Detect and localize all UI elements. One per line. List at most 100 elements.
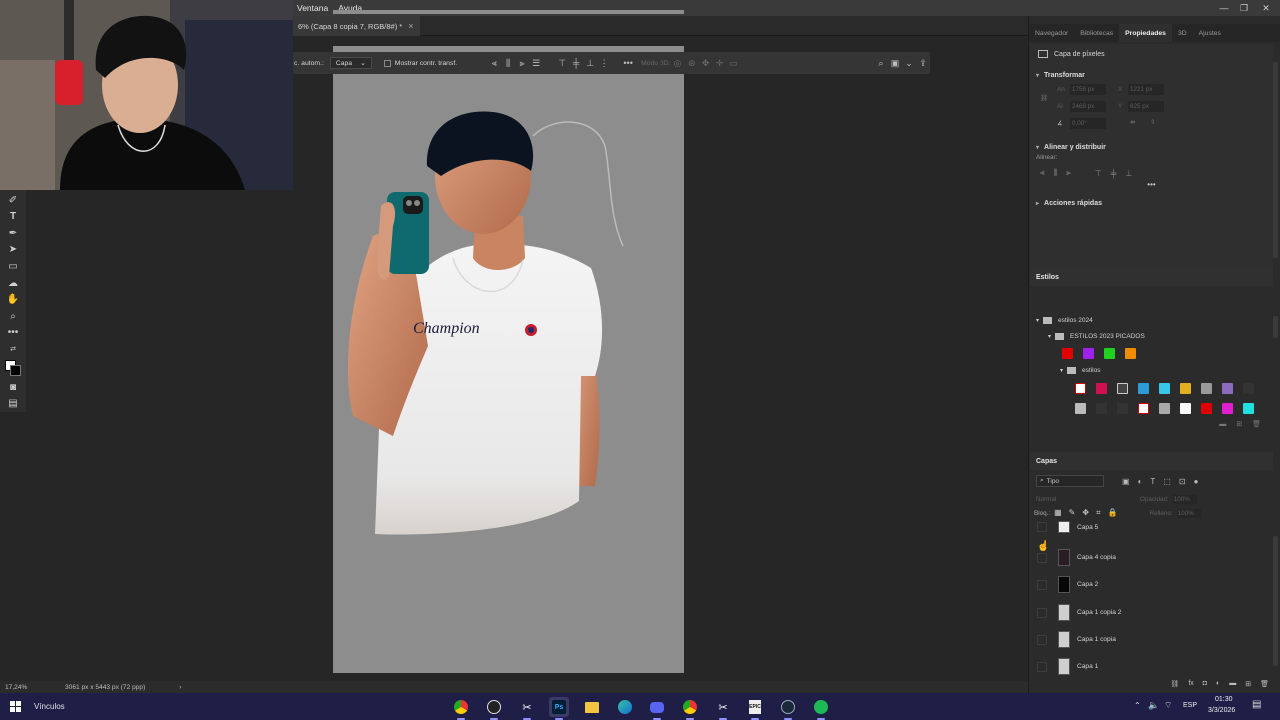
type-tool-icon[interactable]: T	[3, 209, 23, 226]
spotify-taskbar-icon[interactable]	[811, 697, 831, 720]
chrome-profile-taskbar-icon[interactable]	[680, 697, 700, 720]
new-style-icon[interactable]: ⊞	[1236, 420, 1242, 428]
pan-3d-icon[interactable]: ✥	[699, 56, 713, 70]
new-layer-icon[interactable]: ⊞	[1245, 680, 1251, 692]
new-group-icon[interactable]: ▬	[1219, 421, 1226, 428]
path-select-icon[interactable]: ➤	[3, 242, 23, 259]
new-group-icon[interactable]: ▬	[1229, 680, 1236, 692]
style-swatch-dark[interactable]	[1096, 402, 1107, 414]
styles-scrollbar[interactable]	[1273, 316, 1278, 338]
align-top-edges-icon[interactable]: ⊤	[1095, 169, 1102, 178]
tab-navegador[interactable]: Navegador	[1029, 24, 1074, 42]
layer-visibility-toggle[interactable]	[1037, 634, 1047, 645]
share-icon[interactable]: ⇪	[916, 56, 930, 70]
style-swatch-orange[interactable]	[1125, 347, 1136, 359]
lock-image-icon[interactable]: ✎	[1069, 508, 1076, 518]
layers-tab[interactable]: Capas	[1030, 452, 1273, 470]
styles-folder-2023[interactable]: ▾ ESTILOS 2023 PICADOS	[1030, 328, 1273, 344]
tab-3d[interactable]: 3D	[1172, 24, 1193, 42]
search-icon[interactable]: ⌕	[874, 56, 888, 70]
trash-icon[interactable]: 🗑	[1260, 680, 1269, 692]
style-swatch-gold[interactable]	[1180, 382, 1191, 394]
opacity-field[interactable]: 100%	[1172, 494, 1197, 504]
workspace-icon[interactable]: ▣	[888, 56, 902, 70]
history-brush-icon[interactable]: ✐	[3, 192, 23, 209]
minimize-icon[interactable]: —	[1214, 0, 1234, 16]
auto-select-dropdown[interactable]: Capa ⌄	[329, 57, 372, 69]
pen-tool-icon[interactable]: ✒	[3, 225, 23, 242]
distribute-v-icon[interactable]: ⋮	[597, 56, 611, 70]
clock-date[interactable]: 3/3/2026	[1208, 707, 1235, 714]
wifi-icon[interactable]: ⌔	[1164, 700, 1172, 711]
zoom-tool-icon[interactable]: ⌕	[3, 308, 23, 325]
align-right-edges-icon[interactable]: ⫸	[1066, 168, 1071, 178]
style-swatch-none[interactable]	[1138, 402, 1149, 414]
layer-row[interactable]: Capa 5	[1031, 519, 1271, 535]
style-swatch-grey[interactable]	[1201, 382, 1212, 394]
show-transform-checkbox[interactable]	[383, 59, 391, 67]
link-dimensions-icon[interactable]: ⛓	[1040, 94, 1048, 102]
cloud-tool-icon[interactable]: ☁	[3, 275, 23, 292]
layer-filter-dropdown[interactable]: ⌕ Tipo	[1036, 475, 1104, 487]
quick-actions-header[interactable]: ▸ Acciones rápidas	[1030, 196, 1273, 210]
filter-shape-icon[interactable]: ⬚	[1163, 477, 1171, 486]
capcut-taskbar-icon[interactable]: ✂	[517, 697, 537, 720]
chrome-taskbar-icon[interactable]	[451, 697, 471, 720]
style-swatch-magenta[interactable]	[1222, 402, 1233, 414]
edge-taskbar-icon[interactable]	[615, 697, 635, 717]
style-swatch-cyan[interactable]	[1159, 382, 1170, 394]
menu-ventana[interactable]: Ventana	[292, 3, 333, 13]
discord-taskbar-icon[interactable]	[647, 697, 667, 720]
lock-transparency-icon[interactable]: ▦	[1054, 508, 1062, 518]
search-label[interactable]: Vínculos	[34, 702, 65, 711]
filter-toggle-icon[interactable]: ●	[1194, 477, 1199, 486]
adjustment-layer-icon[interactable]: ◐	[1216, 680, 1220, 692]
style-swatch-purple[interactable]	[1083, 347, 1094, 359]
rectangle-tool-icon[interactable]: ▭	[3, 258, 23, 275]
swap-colors-icon[interactable]: ⇄	[3, 341, 23, 358]
quick-mask-icon[interactable]: ◙	[3, 379, 23, 396]
style-swatch-white[interactable]	[1180, 402, 1191, 414]
fx-icon[interactable]: fx	[1188, 680, 1193, 692]
trash-icon[interactable]: 🗑	[1252, 420, 1261, 428]
style-swatch-dark[interactable]	[1243, 382, 1254, 394]
layer-row[interactable]: Capa 1	[1031, 653, 1271, 680]
angle-field[interactable]: 0,00°	[1070, 118, 1106, 129]
orbit-3d-icon[interactable]: ◎	[671, 56, 685, 70]
layers-scrollbar[interactable]	[1273, 536, 1278, 666]
layer-visibility-toggle[interactable]	[1037, 607, 1047, 618]
style-swatch-none[interactable]	[1075, 382, 1086, 394]
screen-mode-icon[interactable]: ▤	[3, 395, 23, 412]
style-swatch-cyan[interactable]	[1243, 402, 1254, 414]
align-left-icon[interactable]: ⫷	[487, 56, 501, 70]
obs-taskbar-icon[interactable]	[484, 697, 504, 720]
filter-smart-icon[interactable]: ⊡	[1179, 477, 1186, 486]
style-swatch-metal[interactable]	[1159, 402, 1170, 414]
styles-folder-2024[interactable]: ▾ estilos 2024	[1030, 312, 1273, 328]
style-swatch-violet[interactable]	[1222, 382, 1233, 394]
tab-ajustes[interactable]: Ajustes	[1193, 24, 1227, 42]
layer-visibility-toggle[interactable]	[1037, 579, 1047, 590]
align-bottom-icon[interactable]: ⊥	[583, 56, 597, 70]
color-swatches[interactable]	[3, 357, 23, 378]
align-section-header[interactable]: ▾ Alinear y distribuir	[1030, 140, 1273, 154]
style-swatch-outline[interactable]	[1117, 382, 1128, 394]
align-v-centers-icon[interactable]: ╪	[1111, 169, 1117, 178]
more-align-icon[interactable]: •••	[1030, 180, 1273, 192]
y-field[interactable]: 625 px	[1128, 101, 1164, 112]
style-swatch-dark[interactable]	[1117, 402, 1128, 414]
clock-time[interactable]: 01:30	[1215, 696, 1233, 703]
layer-row[interactable]: Capa 1 copia	[1031, 626, 1271, 653]
flip-vertical-icon[interactable]: ⇳	[1150, 119, 1155, 126]
layer-visibility-toggle[interactable]	[1037, 522, 1047, 532]
close-tab-icon[interactable]: ×	[408, 21, 413, 31]
slide-3d-icon[interactable]: ✛	[713, 56, 727, 70]
layer-visibility-toggle[interactable]	[1037, 552, 1047, 563]
align-hcenter-icon[interactable]: ⫼	[501, 56, 515, 70]
windows-start-icon[interactable]	[10, 701, 21, 712]
file-explorer-taskbar-icon[interactable]	[582, 697, 602, 717]
align-left-edges-icon[interactable]: ⫷	[1040, 168, 1045, 178]
align-h-centers-icon[interactable]: ⫼	[1054, 168, 1058, 178]
more-tools-icon[interactable]: •••	[3, 324, 23, 341]
link-layers-icon[interactable]: ⛓	[1170, 680, 1179, 692]
